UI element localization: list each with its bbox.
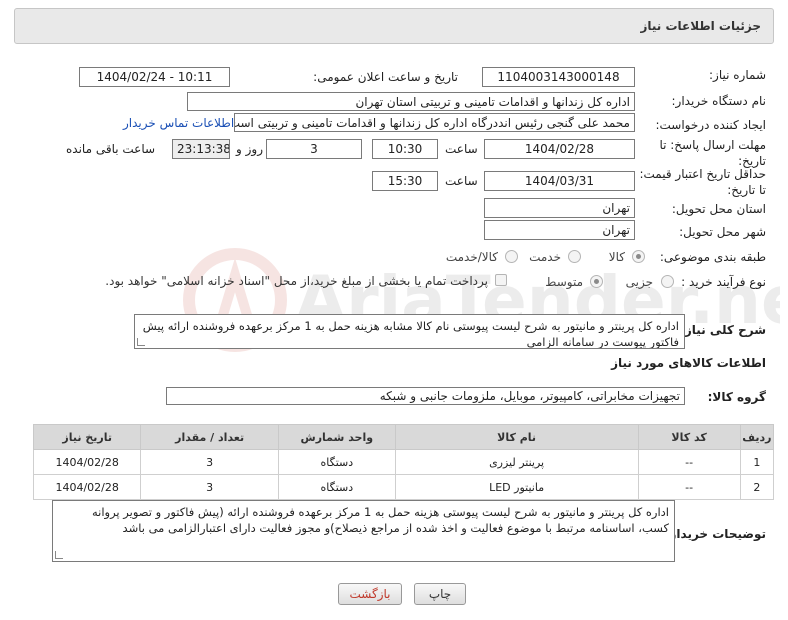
treasury-payment-checkbox[interactable] bbox=[495, 274, 507, 286]
price-validity-label: حداقل تاریخ اعتبار قیمت: تا تاریخ: bbox=[639, 167, 766, 197]
announce-field[interactable]: 1404/02/24 - 10:11 bbox=[79, 67, 230, 87]
cell-item-name: مانیتور LED bbox=[394, 474, 639, 500]
cell-unit: دستگاه bbox=[277, 474, 396, 500]
cell-item-name: پرینتر لیزری bbox=[394, 449, 639, 475]
table-header-row: ردیف کد کالا نام کالا واحد شمارش تعداد /… bbox=[32, 424, 775, 450]
cell-row-number: 2 bbox=[739, 474, 775, 500]
creator-label: ایجاد کننده درخواست: bbox=[655, 118, 766, 132]
category-radio-service[interactable] bbox=[568, 250, 581, 263]
announce-label: تاریخ و ساعت اعلان عمومی: bbox=[313, 70, 458, 84]
buyer-org-field[interactable]: اداره کل زندانها و اقدامات تامینی و تربی… bbox=[187, 92, 635, 111]
province-field[interactable]: تهران bbox=[484, 198, 635, 218]
category-radio-goods[interactable] bbox=[632, 250, 645, 263]
goods-table: ردیف کد کالا نام کالا واحد شمارش تعداد /… bbox=[32, 424, 775, 500]
category-option-goods: کالا bbox=[608, 250, 625, 264]
buyer-notes-textarea[interactable]: اداره کل پرینتر و مانیتور به شرح لیست پی… bbox=[52, 500, 675, 562]
buyer-org-label: نام دستگاه خریدار: bbox=[671, 94, 767, 108]
buyer-contact-link[interactable]: اطلاعات تماس خریدار bbox=[123, 116, 234, 130]
remaining-time-field: 23:13:38 bbox=[172, 139, 230, 159]
process-radio-minor[interactable] bbox=[661, 275, 674, 288]
col-item-code: کد کالا bbox=[637, 424, 741, 450]
col-need-date: تاریخ نیاز bbox=[32, 424, 142, 450]
deadline-time-field[interactable]: 10:30 bbox=[372, 139, 438, 159]
resize-handle-icon[interactable] bbox=[55, 551, 63, 559]
creator-field[interactable]: محمد علی گنجی رئیس انددرگاه اداره کل زند… bbox=[234, 113, 635, 132]
col-item-name: نام کالا bbox=[394, 424, 639, 450]
process-option-medium: متوسط bbox=[545, 275, 583, 289]
process-option-minor: جزیی bbox=[625, 275, 653, 289]
cell-row-number: 1 bbox=[739, 449, 775, 475]
category-option-goods-service: کالا/خدمت bbox=[445, 250, 498, 264]
cell-item-code: -- bbox=[637, 474, 741, 500]
days-field[interactable]: 3 bbox=[266, 139, 362, 159]
price-validity-time-label: ساعت bbox=[445, 174, 478, 188]
price-validity-date-field[interactable]: 1404/03/31 bbox=[484, 171, 635, 191]
category-option-service: خدمت bbox=[529, 250, 561, 264]
cell-item-code: -- bbox=[637, 449, 741, 475]
col-unit: واحد شمارش bbox=[277, 424, 396, 450]
deadline-label: مهلت ارسال پاسخ: تا تاریخ: bbox=[659, 138, 766, 168]
print-button[interactable]: چاپ bbox=[414, 583, 466, 605]
category-radio-goods-service[interactable] bbox=[505, 250, 518, 263]
cell-need-date: 1404/02/28 bbox=[32, 449, 142, 475]
description-textarea[interactable]: اداره کل پرینتر و مانیتور به شرح لیست پی… bbox=[134, 314, 685, 349]
category-label: طبقه بندی موضوعی: bbox=[659, 250, 766, 264]
price-validity-time-field[interactable]: 15:30 bbox=[372, 171, 438, 191]
goods-group-field[interactable]: تجهیزات مخابراتی، کامپیوتر، موبایل، ملزو… bbox=[166, 387, 685, 405]
buyer-notes-text: اداره کل پرینتر و مانیتور به شرح لیست پی… bbox=[91, 505, 669, 535]
goods-section-title: اطلاعات کالاهای مورد نیاز bbox=[611, 356, 766, 370]
table-row[interactable]: 2 -- مانیتور LED دستگاه 3 1404/02/28 bbox=[32, 474, 775, 500]
remaining-label: ساعت باقی مانده bbox=[66, 142, 156, 156]
resize-handle-icon[interactable] bbox=[137, 338, 145, 346]
panel-header: جزئیات اطلاعات نیاز bbox=[14, 8, 774, 44]
deadline-date-field[interactable]: 1404/02/28 bbox=[484, 139, 635, 159]
panel-title: جزئیات اطلاعات نیاز bbox=[640, 19, 761, 33]
cell-quantity: 3 bbox=[140, 449, 279, 475]
treasury-payment-note: پرداخت تمام یا بخشی از مبلغ خرید،از محل … bbox=[105, 274, 488, 288]
cell-need-date: 1404/02/28 bbox=[32, 474, 142, 500]
col-row-number: ردیف bbox=[739, 424, 775, 450]
process-radio-medium[interactable] bbox=[590, 275, 603, 288]
back-button[interactable]: بازگشت bbox=[338, 583, 402, 605]
deadline-time-label: ساعت bbox=[445, 142, 478, 156]
col-quantity: تعداد / مقدار bbox=[140, 424, 279, 450]
cell-quantity: 3 bbox=[140, 474, 279, 500]
process-label: نوع فرآیند خرید : bbox=[681, 275, 766, 289]
description-label: شرح کلی نیاز: bbox=[680, 323, 766, 337]
table-row[interactable]: 1 -- پرینتر لیزری دستگاه 3 1404/02/28 bbox=[32, 449, 775, 475]
need-number-label: شماره نیاز: bbox=[709, 68, 766, 82]
cell-unit: دستگاه bbox=[277, 449, 396, 475]
city-label: شهر محل تحویل: bbox=[679, 225, 766, 239]
days-label: روز و bbox=[236, 142, 263, 156]
buyer-notes-label: توضیحات خریدار: bbox=[664, 527, 766, 541]
description-text: اداره کل پرینتر و مانیتور به شرح لیست پی… bbox=[142, 319, 679, 349]
province-label: استان محل تحویل: bbox=[671, 202, 766, 216]
need-number-field[interactable]: 1104003143000148 bbox=[482, 67, 635, 87]
city-field[interactable]: تهران bbox=[484, 220, 635, 240]
goods-group-label: گروه کالا: bbox=[707, 390, 766, 404]
